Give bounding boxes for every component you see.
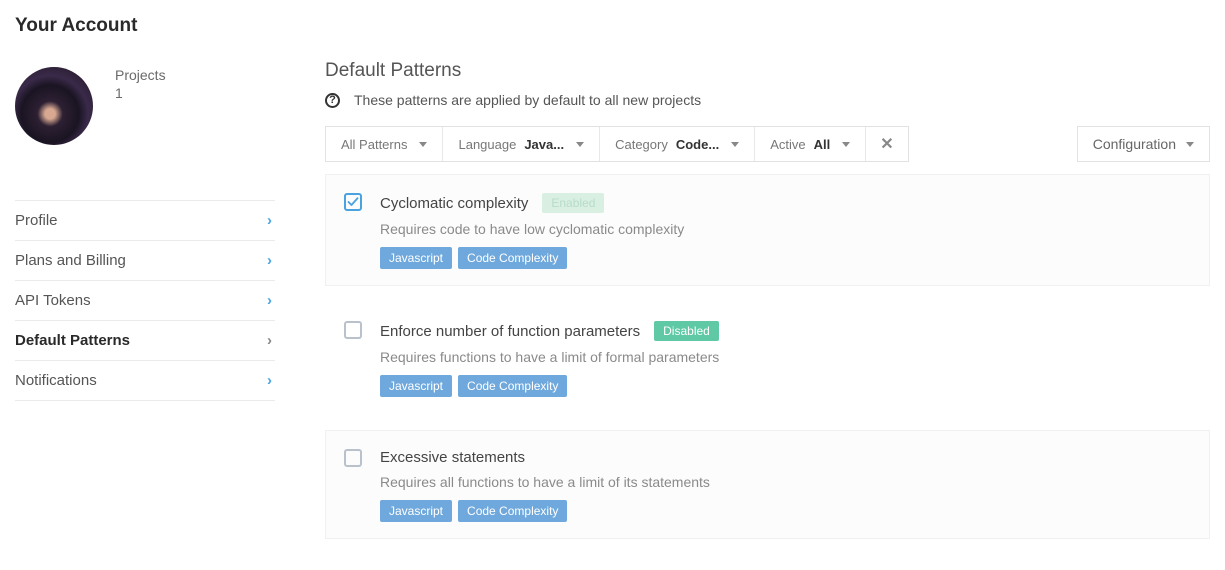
chevron-right-icon: › [267, 212, 272, 229]
avatar[interactable] [15, 67, 93, 145]
help-text: These patterns are applied by default to… [354, 92, 701, 108]
pattern-checkbox[interactable] [344, 193, 362, 211]
sidebar-item-api-tokens[interactable]: API Tokens › [15, 281, 275, 321]
filter-label: Language [458, 137, 516, 152]
pattern-card: Enforce number of function parameters Dis… [325, 302, 1210, 414]
sidebar-item-label: Notifications [15, 372, 97, 389]
projects-label: Projects [115, 67, 166, 83]
pattern-tags: Javascript Code Complexity [380, 247, 1191, 269]
pattern-tags: Javascript Code Complexity [380, 500, 1191, 522]
filter-group: All Patterns Language Java... Category C… [325, 126, 909, 162]
pattern-description: Requires all functions to have a limit o… [380, 474, 1191, 490]
pattern-checkbox[interactable] [344, 321, 362, 339]
configuration-button[interactable]: Configuration [1077, 126, 1210, 162]
account-summary: Projects 1 [15, 67, 275, 145]
section-heading: Default Patterns [325, 60, 1210, 82]
filter-value: All [814, 137, 831, 152]
filter-value: Code... [676, 137, 719, 152]
pattern-description: Requires code to have low cyclomatic com… [380, 221, 1191, 237]
filter-language[interactable]: Language Java... [443, 127, 600, 161]
caret-down-icon [731, 142, 739, 147]
pattern-checkbox[interactable] [344, 449, 362, 467]
sidebar-item-label: Default Patterns [15, 332, 130, 349]
sidebar-item-default-patterns[interactable]: Default Patterns › [15, 321, 275, 361]
sidebar-item-plans-billing[interactable]: Plans and Billing › [15, 241, 275, 281]
pattern-card: Cyclomatic complexity Enabled Requires cod… [325, 174, 1210, 286]
chevron-right-icon: › [267, 252, 272, 269]
sidebar-item-label: Profile [15, 212, 58, 229]
chevron-right-icon: › [267, 372, 272, 389]
caret-down-icon [1186, 142, 1194, 147]
sidebar: Your Account Projects 1 Profile › Plans … [15, 15, 315, 555]
pattern-title[interactable]: Cyclomatic complexity [380, 195, 528, 212]
filter-label: Category [615, 137, 668, 152]
status-badge: Enabled [542, 193, 604, 213]
filter-label: All Patterns [341, 137, 407, 152]
tag[interactable]: Javascript [380, 500, 452, 522]
pattern-title[interactable]: Enforce number of function parameters [380, 323, 640, 340]
filter-active[interactable]: Active All [755, 127, 866, 161]
filter-category[interactable]: Category Code... [600, 127, 755, 161]
pattern-title[interactable]: Excessive statements [380, 449, 525, 466]
configuration-label: Configuration [1093, 136, 1176, 152]
sidebar-menu: Profile › Plans and Billing › API Tokens… [15, 200, 275, 401]
pattern-description: Requires functions to have a limit of fo… [380, 349, 1191, 365]
filter-value: Java... [524, 137, 564, 152]
tag[interactable]: Code Complexity [458, 375, 567, 397]
tag[interactable]: Javascript [380, 247, 452, 269]
sidebar-item-label: Plans and Billing [15, 252, 126, 269]
patterns-list: Cyclomatic complexity Enabled Requires cod… [325, 174, 1210, 539]
pattern-card: Excessive statements Requires all functio… [325, 430, 1210, 539]
caret-down-icon [842, 142, 850, 147]
filter-all-patterns[interactable]: All Patterns [326, 127, 443, 161]
clear-filters-button[interactable]: ✕ [866, 127, 907, 161]
caret-down-icon [419, 142, 427, 147]
sidebar-item-profile[interactable]: Profile › [15, 200, 275, 241]
pattern-tags: Javascript Code Complexity [380, 375, 1191, 397]
tag[interactable]: Javascript [380, 375, 452, 397]
help-note: ? These patterns are applied by default … [325, 92, 1210, 108]
filter-bar: All Patterns Language Java... Category C… [325, 126, 1210, 162]
tag[interactable]: Code Complexity [458, 247, 567, 269]
tag[interactable]: Code Complexity [458, 500, 567, 522]
chevron-right-icon: › [267, 292, 272, 309]
page-title: Your Account [15, 15, 275, 37]
close-icon: ✕ [880, 134, 893, 154]
sidebar-item-notifications[interactable]: Notifications › [15, 361, 275, 401]
main-content: Default Patterns ? These patterns are ap… [325, 15, 1210, 555]
projects-count: 1 [115, 85, 166, 101]
filter-label: Active [770, 137, 805, 152]
question-circle-icon: ? [325, 93, 340, 108]
chevron-right-icon: › [267, 332, 272, 349]
sidebar-item-label: API Tokens [15, 292, 91, 309]
status-badge: Disabled [654, 321, 719, 341]
caret-down-icon [576, 142, 584, 147]
check-icon [347, 196, 359, 208]
